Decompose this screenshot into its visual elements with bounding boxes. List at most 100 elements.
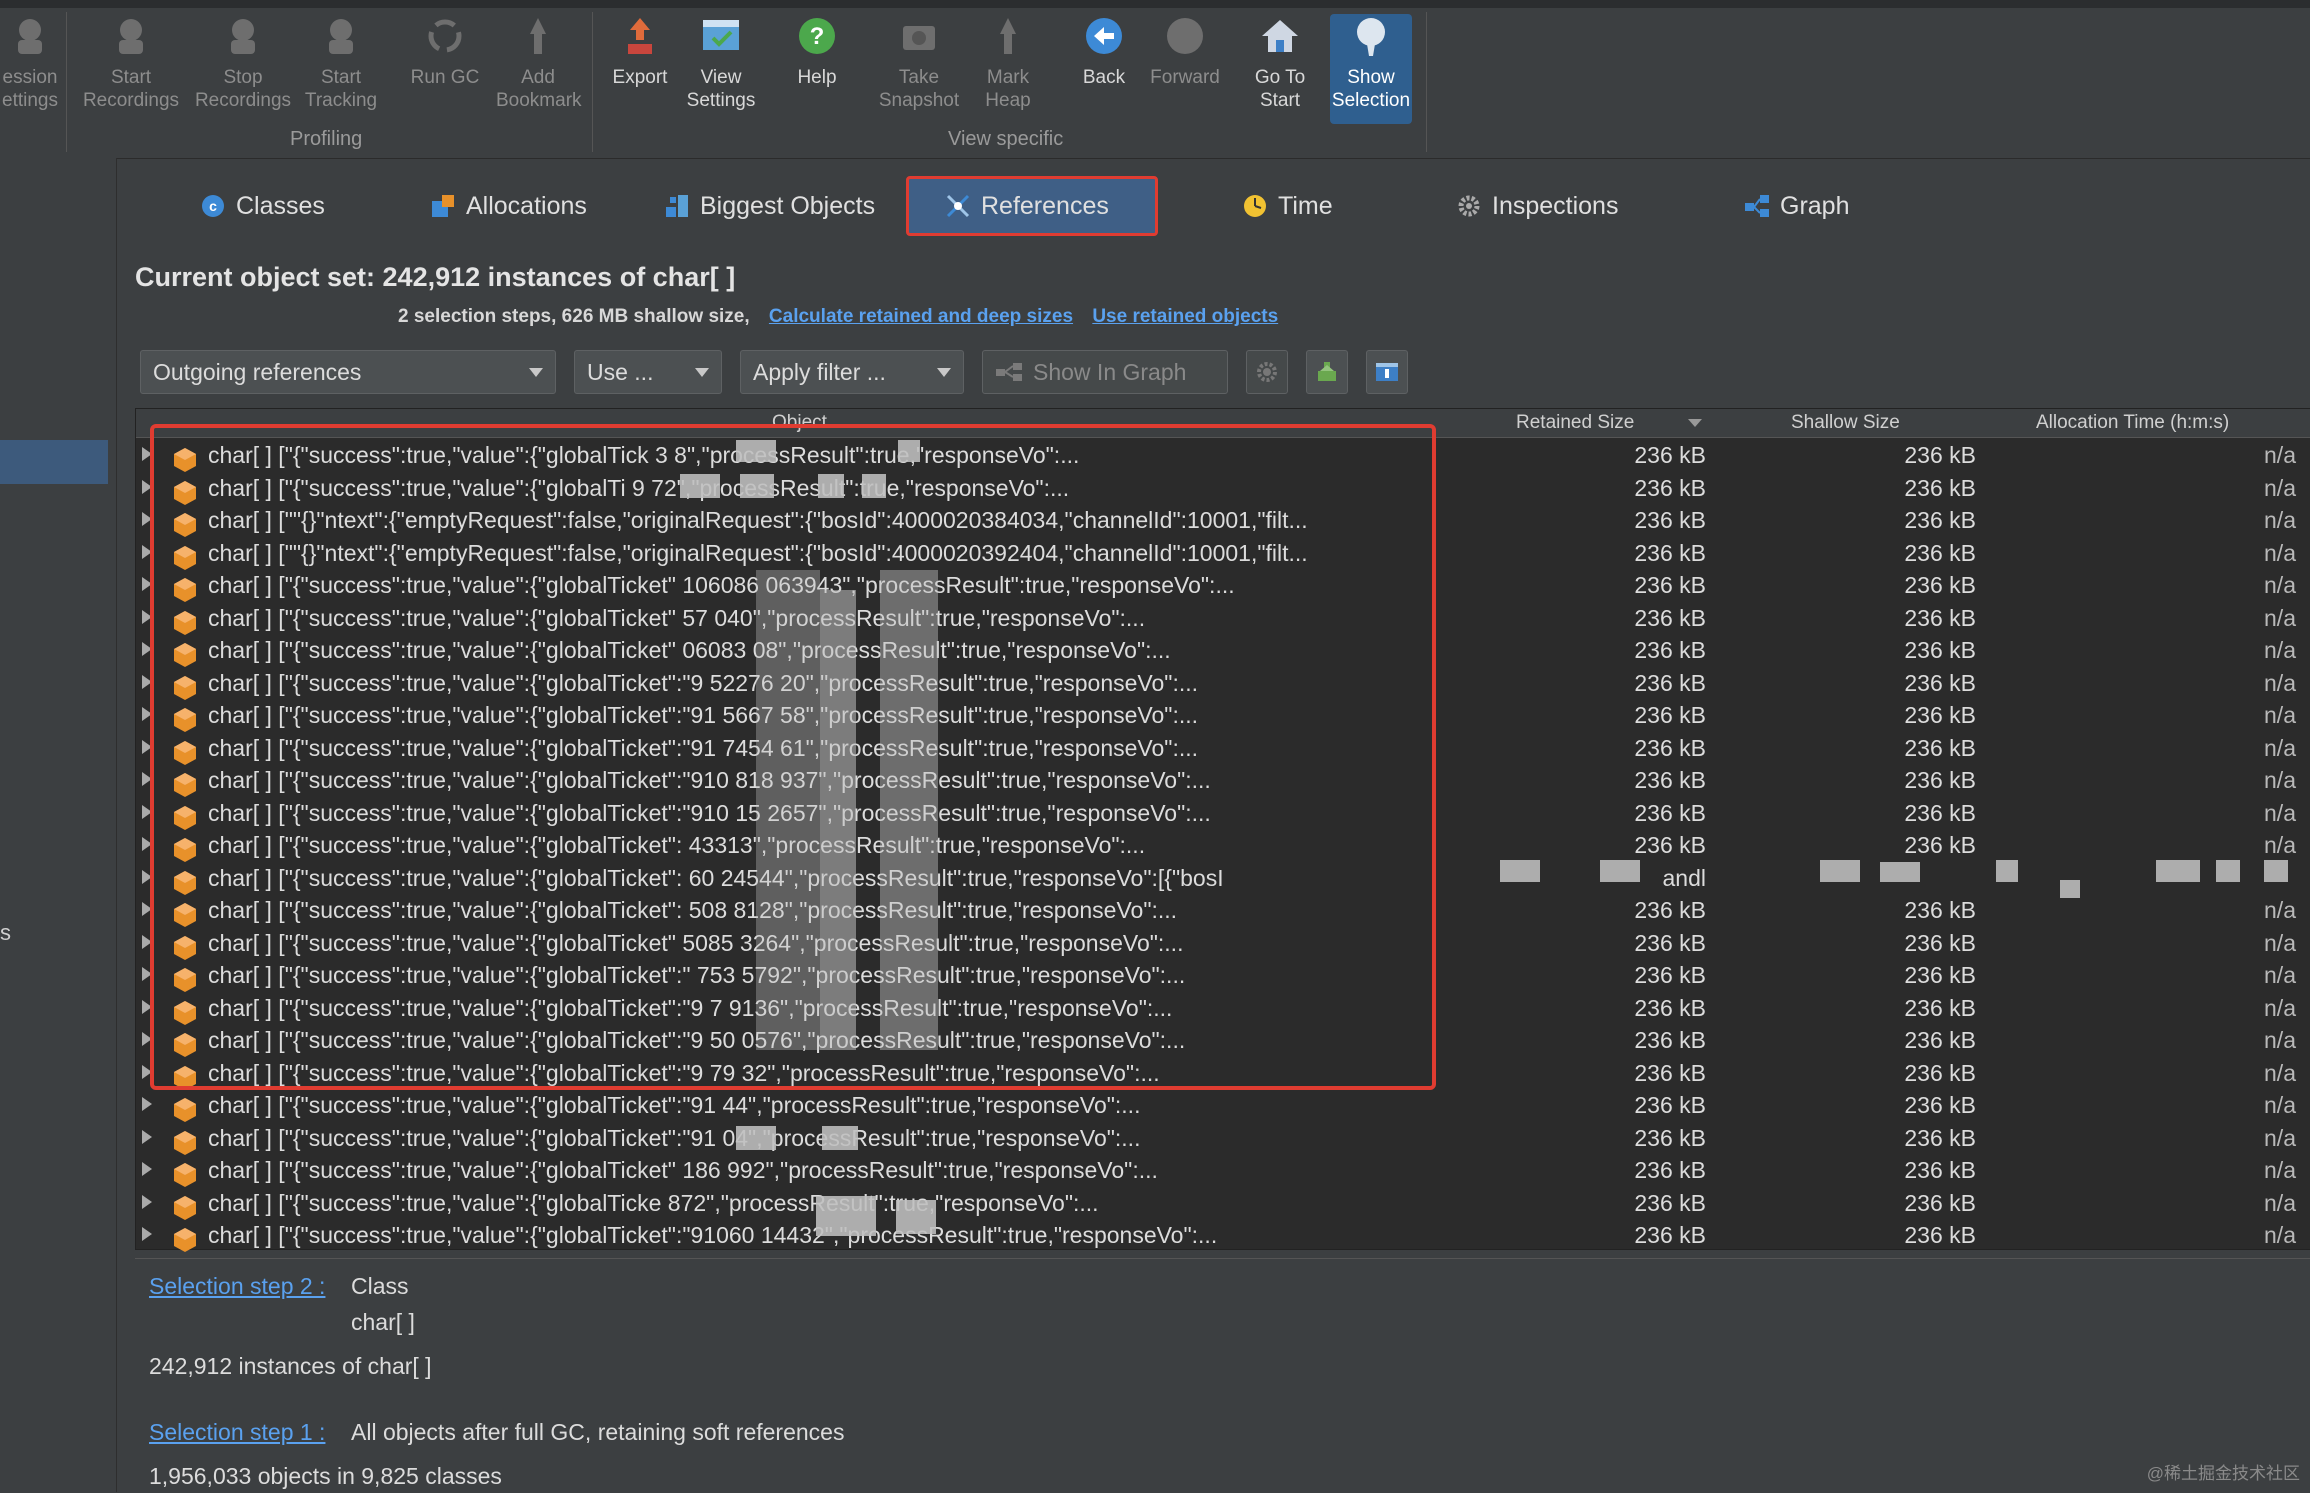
show-in-graph-button[interactable]: Show In Graph [982,350,1228,394]
table-row[interactable]: char[ ] ["{"success":true,"value":{"glob… [136,1122,2310,1155]
show-selection-button[interactable]: Show Selection [1330,14,1412,124]
left-panel-selected-item[interactable] [0,440,108,484]
table-row[interactable]: char[ ] ["{"success":true,"value":{"glob… [136,1219,2310,1252]
forward-button[interactable]: Forward [1150,14,1220,124]
table-row[interactable]: char[ ] ["{"success":true,"value":{"glob… [136,472,2310,505]
table-row[interactable]: char[ ] ["{"success":true,"value":{"glob… [136,699,2310,732]
expand-arrow-icon[interactable] [142,739,152,754]
back-button[interactable]: Back [1076,14,1132,124]
table-row[interactable]: char[ ] [""{}"ntext":{"emptyRequest":fal… [136,537,2310,570]
expand-arrow-icon[interactable] [142,804,152,819]
selection-step-1-count: 1,956,033 objects in 9,825 classes [149,1463,502,1489]
shallow-size-cell: 236 kB [1904,1189,1976,1216]
add-bookmark-button[interactable]: Add Bookmark [496,14,582,124]
start-recordings-button[interactable]: Start Recordings [76,14,186,124]
tab-label: Time [1278,191,1333,220]
view-settings-button[interactable]: View Settings [680,14,762,124]
run-gc-button[interactable]: Run GC [404,14,486,124]
column-header-object[interactable]: Object [772,412,827,434]
toolbar-button-label: Start Tracking [304,67,378,111]
table-row[interactable]: char[ ] ["{"success":true,"value":{"glob… [136,732,2310,765]
table-row[interactable]: char[ ] ["{"success":true,"value":{"glob… [136,1024,2310,1057]
settings-gear-button[interactable] [1246,350,1288,394]
selection-step-2-link[interactable]: Selection step 2 : [149,1273,325,1300]
expand-arrow-icon[interactable] [142,1227,152,1241]
expand-arrow-icon[interactable] [142,577,152,591]
table-row[interactable]: char[ ] ["{"success":true,"value":{"glob… [136,992,2310,1025]
table-row[interactable]: char[ ] ["{"success":true,"value":{"glob… [136,1187,2310,1220]
column-header-shallow-size[interactable]: Shallow Size [1791,412,1900,434]
expand-arrow-icon[interactable] [142,1162,152,1176]
tab-allocations[interactable]: Allocations [430,176,587,236]
expand-arrow-icon[interactable] [142,1032,152,1046]
expand-arrow-icon[interactable] [142,674,152,689]
table-row[interactable]: char[ ] [""{}"ntext":{"emptyRequest":fal… [136,504,2310,537]
expand-arrow-icon[interactable] [142,999,152,1014]
table-row[interactable]: char[ ] ["{"success":true,"value":{"glob… [136,1089,2310,1122]
table-row[interactable]: char[ ] ["{"success":true,"value":{"glob… [136,1057,2310,1090]
tab-references[interactable]: References [906,176,1158,236]
references-mode-value: Outgoing references [153,358,362,385]
expand-arrow-icon[interactable] [142,1097,152,1111]
tab-biggest-objects[interactable]: Biggest Objects [664,176,875,236]
allocation-time-cell: n/a [2264,832,2296,858]
expand-arrow-icon[interactable] [142,707,152,721]
export-button[interactable]: Export [604,14,676,124]
table-row[interactable]: char[ ] ["{"success":true,"value":{"glob… [136,569,2310,602]
expand-arrow-icon[interactable] [142,544,152,559]
mark-heap-button[interactable]: Mark Heap [966,14,1050,124]
table-row[interactable]: char[ ] ["{"success":true,"value":{"glob… [136,439,2310,472]
svg-text:c: c [209,198,217,214]
expand-arrow-icon[interactable] [142,772,152,786]
use-button[interactable]: Use ... [574,350,722,394]
expand-arrow-icon[interactable] [142,447,152,461]
session-settings-button[interactable]: ession ettings [0,14,60,124]
tab-classes[interactable]: c Classes [200,176,325,236]
use-retained-objects-link[interactable]: Use retained objects [1092,306,1278,327]
expand-arrow-icon[interactable] [142,1194,152,1209]
expand-arrow-icon[interactable] [142,512,152,526]
expand-arrow-icon[interactable] [142,1129,152,1144]
expand-arrow-icon[interactable] [142,934,152,949]
column-header-allocation-time[interactable]: Allocation Time (h:m:s) [2036,412,2229,434]
column-header-retained-size[interactable]: Retained Size [1516,412,1634,434]
export-table-button[interactable] [1306,350,1348,394]
table-row[interactable]: char[ ] ["{"success":true,"value":{"glob… [136,797,2310,830]
table-row[interactable]: char[ ] ["{"success":true,"value":{"glob… [136,1154,2310,1187]
take-snapshot-button[interactable]: Take Snapshot [874,14,964,124]
apply-filter-button[interactable]: Apply filter ... [740,350,964,394]
tab-inspections[interactable]: Inspections [1456,176,1618,236]
calculate-retained-sizes-link[interactable]: Calculate retained and deep sizes [769,306,1073,327]
table-row[interactable]: char[ ] ["{"success":true,"value":{"glob… [136,927,2310,960]
tab-time[interactable]: Time [1242,176,1333,236]
table-row[interactable]: char[ ] ["{"success":true,"value":{"glob… [136,862,2310,895]
shallow-size-cell: 236 kB [1904,897,1976,923]
expand-arrow-icon[interactable] [142,869,152,884]
table-row[interactable]: char[ ] ["{"success":true,"value":{"glob… [136,667,2310,700]
retained-size-cell: 236 kB [1634,637,1706,663]
expand-arrow-icon[interactable] [142,1064,152,1079]
selection-step-1-link[interactable]: Selection step 1 : [149,1419,325,1446]
chevron-down-icon [937,367,951,377]
table-row[interactable]: char[ ] ["{"success":true,"value":{"glob… [136,764,2310,797]
table-row[interactable]: char[ ] ["{"success":true,"value":{"glob… [136,959,2310,992]
object-instance-icon [174,708,196,732]
go-to-start-button[interactable]: Go To Start [1246,14,1314,124]
expand-arrow-icon[interactable] [142,967,152,981]
start-tracking-button[interactable]: Start Tracking [300,14,382,124]
table-row[interactable]: char[ ] ["{"success":true,"value":{"glob… [136,634,2310,667]
table-row[interactable]: char[ ] ["{"success":true,"value":{"glob… [136,829,2310,862]
expand-arrow-icon[interactable] [142,479,152,494]
references-mode-dropdown[interactable]: Outgoing references [140,350,556,394]
table-row[interactable]: char[ ] ["{"success":true,"value":{"glob… [136,894,2310,927]
expand-arrow-icon[interactable] [142,609,152,624]
expand-arrow-icon[interactable] [142,902,152,916]
table-row[interactable]: char[ ] ["{"success":true,"value":{"glob… [136,602,2310,635]
help-button[interactable]: ? Help [784,14,850,124]
expand-arrow-icon[interactable] [142,642,152,656]
tab-graph[interactable]: Graph [1744,176,1849,236]
view-details-button[interactable] [1366,350,1408,394]
allocation-time-cell: n/a [2264,1222,2296,1248]
stop-recordings-button[interactable]: Stop Recordings [188,14,298,124]
expand-arrow-icon[interactable] [142,837,152,851]
